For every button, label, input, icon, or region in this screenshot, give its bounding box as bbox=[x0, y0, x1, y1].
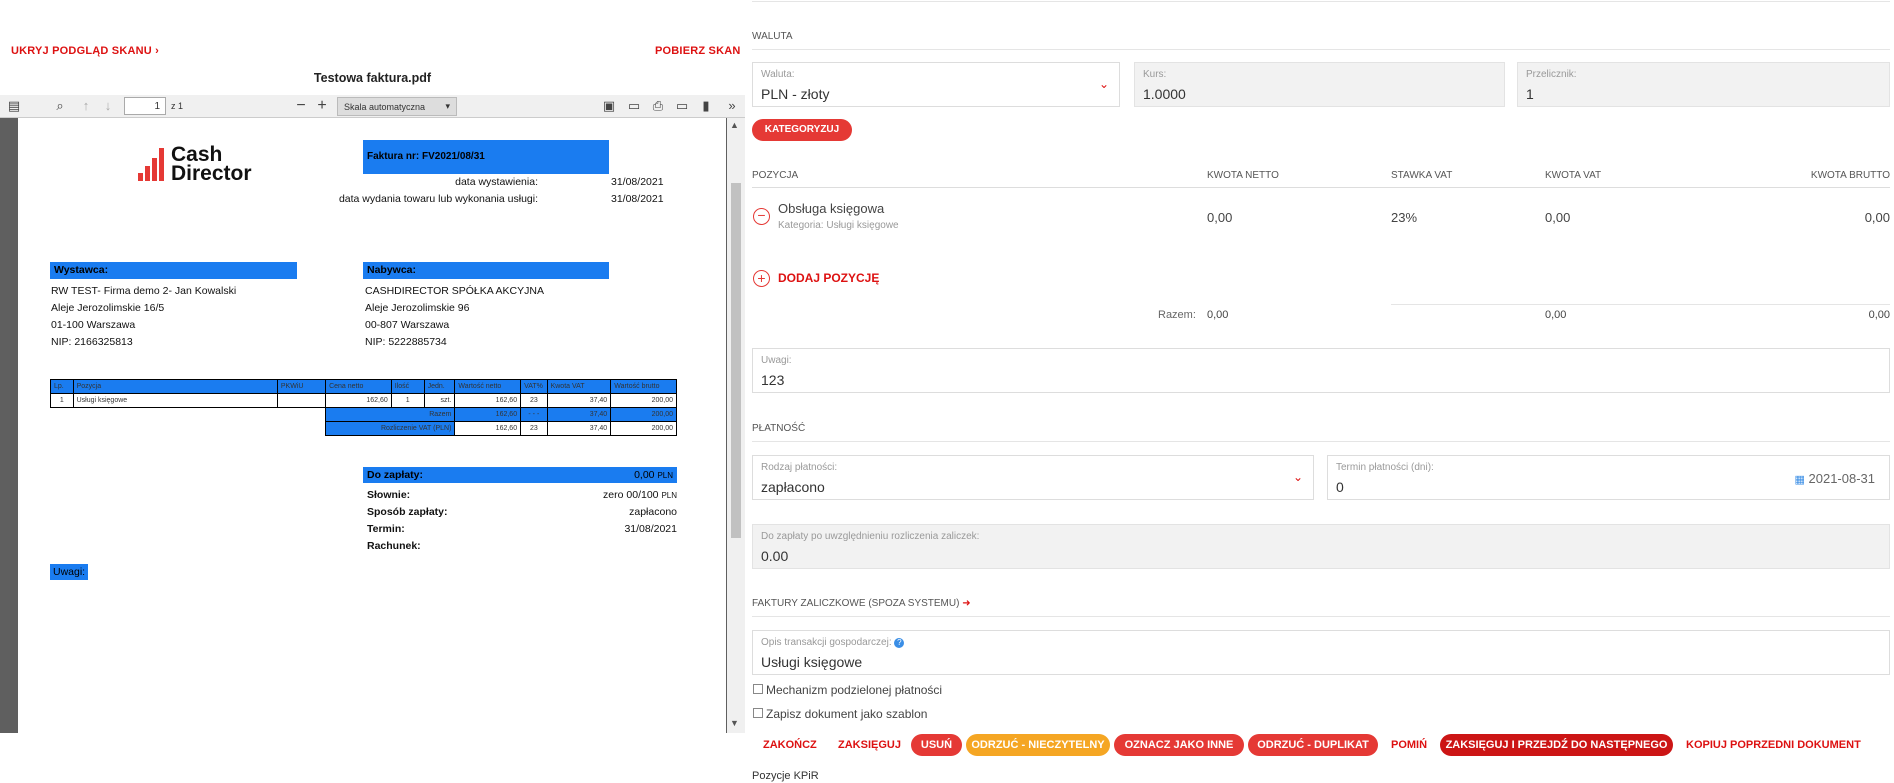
to-pay-field: Do zapłaty po uwzględnieniu rozliczenia … bbox=[752, 524, 1890, 569]
table-row: 1 Usługi księgowe 162,60 1 szt. 162,60 23 37,40… bbox=[50, 393, 677, 408]
chevron-down-icon: ▾ bbox=[445, 101, 450, 111]
vat-row: Rozliczenie VAT (PLN) 162,60 23 37,40 200,0… bbox=[51, 421, 677, 436]
table-header-row: Lp. Pozycja PKWiU Cena netto Ilość Jedn. Warto… bbox=[50, 379, 677, 394]
copy-previous-button[interactable]: KOPIUJ POPRZEDNI DOKUMENT bbox=[1686, 734, 1861, 756]
scroll-down-icon[interactable]: ▼ bbox=[730, 718, 739, 728]
invoice-number: Faktura nr: FV2021/08/31 bbox=[363, 140, 609, 174]
delete-button[interactable]: USUŃ bbox=[911, 734, 962, 756]
save-template-label: Zapisz dokument jako szablon bbox=[766, 707, 928, 721]
advance-invoices-title[interactable]: FAKTURY ZALICZKOWE (SPOZA SYSTEMU) ➜ bbox=[752, 598, 971, 609]
sum-row: Razem 162,60- - -37,40 200,00 bbox=[51, 407, 677, 422]
pdf-viewer[interactable]: Cash Director Faktura nr: FV2021/08/31 d… bbox=[0, 118, 745, 733]
payment-term-field[interactable]: Termin płatności (dni): 0 ▦ 2021-08-31 bbox=[1327, 455, 1890, 500]
payment-type-select[interactable]: Rodzaj płatności: zapłacono ⌄ bbox=[752, 455, 1314, 500]
post-and-next-button[interactable]: ZAKSIĘGUJ I PRZEJDŹ DO NASTĘPNEGO bbox=[1440, 734, 1673, 756]
split-payment-label: Mechanizm podzielonej płatności bbox=[766, 683, 943, 697]
zoom-in-icon[interactable]: + bbox=[314, 98, 330, 114]
page-total: z 1 bbox=[171, 101, 184, 111]
remove-position-icon[interactable]: − bbox=[753, 208, 770, 225]
scroll-thumb[interactable] bbox=[731, 183, 741, 538]
pdf-scrollbar[interactable]: ▲ ▼ bbox=[727, 118, 745, 733]
calendar-icon: ▦ bbox=[1794, 474, 1805, 486]
arrow-up-icon[interactable]: ↑ bbox=[78, 98, 94, 114]
page-number-input[interactable]: 1 bbox=[124, 97, 166, 115]
item-category: Kategoria: Usługi księgowe bbox=[778, 220, 899, 231]
categorize-button[interactable]: KATEGORYZUJ bbox=[752, 119, 852, 141]
rate-field: Kurs: 1.0000 bbox=[1134, 62, 1505, 107]
tools-icon[interactable]: » bbox=[724, 98, 740, 114]
skip-button[interactable]: POMIŃ bbox=[1391, 734, 1427, 756]
sidebar-toggle-icon[interactable]: ▤ bbox=[6, 98, 22, 114]
search-icon[interactable]: ⌕ bbox=[52, 98, 68, 114]
pdf-page: Cash Director Faktura nr: FV2021/08/31 d… bbox=[18, 118, 726, 733]
zoom-out-icon[interactable]: − bbox=[293, 98, 309, 114]
add-icon[interactable]: + bbox=[753, 270, 770, 287]
currency-select[interactable]: Waluta: PLN - złoty ⌄ bbox=[752, 62, 1120, 107]
chevron-down-icon: ⌄ bbox=[1098, 77, 1109, 91]
transaction-description-field[interactable]: Opis transakcji gospodarczej: ? Usługi k… bbox=[752, 630, 1890, 675]
item-name[interactable]: Obsługa księgowa bbox=[778, 201, 884, 216]
bookmark-icon[interactable]: ▮ bbox=[698, 98, 714, 114]
download-scan-link[interactable]: POBIERZ SKAN bbox=[655, 45, 741, 57]
seller-address: RW TEST- Firma demo 2- Jan Kowalski Aleje… bbox=[51, 285, 237, 348]
print-icon[interactable]: ⎙ bbox=[650, 98, 666, 114]
save-template-checkbox[interactable] bbox=[753, 708, 763, 718]
zoom-select[interactable]: Skala automatyczna ▾ bbox=[337, 97, 457, 116]
invoice-items-table: Lp. Pozycja PKWiU Cena netto Ilość Jedn. Warto… bbox=[50, 379, 677, 436]
payment-section-title: PŁATNOŚĆ bbox=[752, 423, 806, 434]
hide-scan-link[interactable]: UKRYJ PODGLĄD SKANU › bbox=[11, 45, 159, 57]
notes-field[interactable]: Uwagi: 123 bbox=[752, 348, 1890, 393]
sum-gross: 0,00 bbox=[1868, 309, 1890, 321]
save-icon[interactable]: ▭ bbox=[674, 98, 690, 114]
reject-illegible-button[interactable]: ODRZUĆ - NIECZYTELNY bbox=[966, 734, 1110, 756]
pdf-toolbar: ▤ ⌕ ↑ ↓ 1 z 1 − + Skala automatyczna ▾ ▣ … bbox=[0, 95, 745, 118]
split-payment-checkbox[interactable] bbox=[753, 684, 763, 694]
seller-header: Wystawca: bbox=[50, 262, 297, 279]
chevron-down-icon: ⌄ bbox=[1292, 470, 1303, 484]
buyer-header: Nabywca: bbox=[363, 262, 609, 279]
mark-other-button[interactable]: OZNACZ JAKO INNE bbox=[1114, 734, 1244, 756]
payment-date[interactable]: ▦ 2021-08-31 bbox=[1794, 471, 1875, 486]
issue-date: 31/08/2021 bbox=[611, 176, 664, 188]
payment-summary: Słownie: zero 00/100 PLN Sposób zapłaty: z… bbox=[367, 489, 677, 552]
finish-button[interactable]: ZAKOŃCZ bbox=[763, 734, 817, 756]
help-icon[interactable]: ? bbox=[894, 638, 905, 648]
presentation-icon[interactable]: ▣ bbox=[601, 98, 617, 114]
arrow-right-circle-icon[interactable]: ➜ bbox=[962, 598, 970, 609]
buyer-address: CASHDIRECTOR SPÓŁKA AKCYJNA Aleje Jerozol… bbox=[365, 285, 544, 348]
chevron-right-icon: › bbox=[155, 45, 160, 57]
open-file-icon[interactable]: ▭ bbox=[626, 98, 642, 114]
scroll-up-icon[interactable]: ▲ bbox=[730, 120, 739, 130]
delivery-date: 31/08/2021 bbox=[611, 193, 664, 205]
sum-vat: 0,00 bbox=[1545, 309, 1567, 321]
notes-label: Uwagi: bbox=[50, 564, 88, 580]
pdf-title: Testowa faktura.pdf bbox=[313, 71, 432, 85]
pay-box: Do zapłaty: 0,00 PLN bbox=[363, 467, 677, 483]
currency-section-title: WALUTA bbox=[752, 31, 793, 42]
kpir-section-title: Pozycje KPiR bbox=[752, 770, 819, 782]
add-position-button[interactable]: DODAJ POZYCJĘ bbox=[778, 271, 879, 285]
reject-duplicate-button[interactable]: ODRZUĆ - DUPLIKAT bbox=[1248, 734, 1378, 756]
converter-field: Przelicznik: 1 bbox=[1517, 62, 1890, 107]
sum-net: 0,00 bbox=[1207, 309, 1229, 321]
arrow-down-icon[interactable]: ↓ bbox=[100, 98, 116, 114]
post-button[interactable]: ZAKSIĘGUJ bbox=[838, 734, 901, 756]
